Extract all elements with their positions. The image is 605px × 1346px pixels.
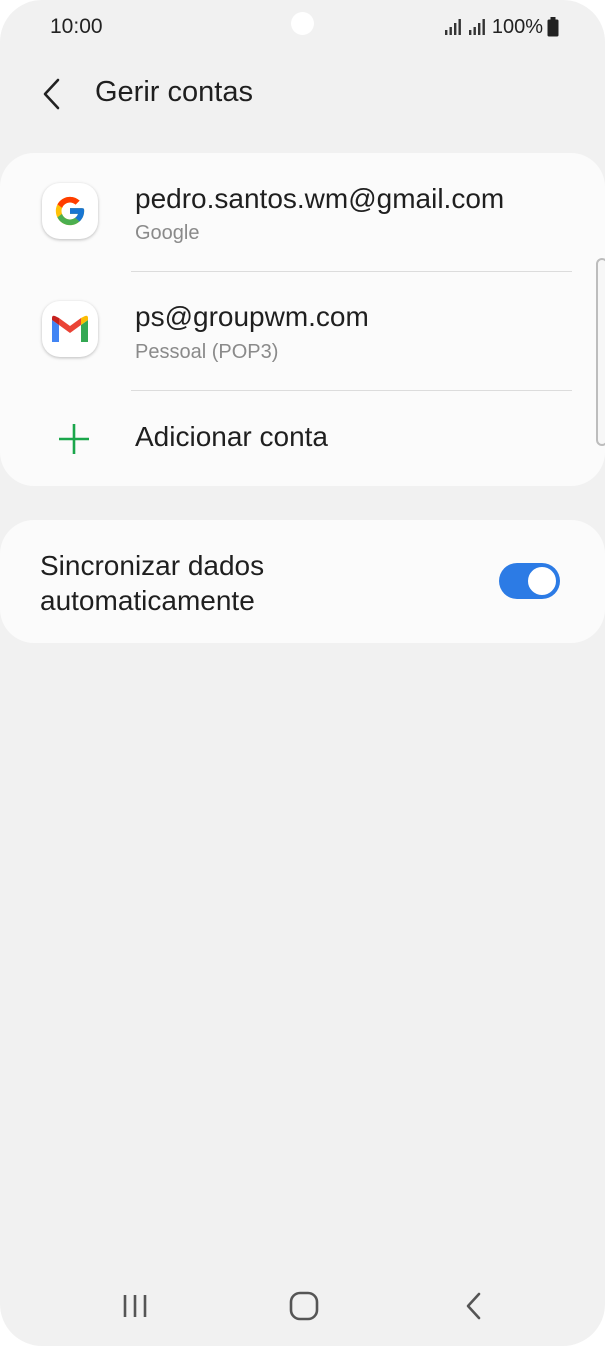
status-bar: 10:00 100% [0,0,605,56]
back-icon [466,1292,481,1320]
recent-apps-icon [123,1295,147,1317]
recent-apps-button[interactable] [105,1278,165,1334]
front-camera [291,12,314,35]
add-account-label: Adicionar conta [135,421,329,452]
sync-card[interactable]: Sincronizar dados automaticamente [0,520,605,643]
account-item-google[interactable]: pedro.santos.wm@gmail.com Google [0,153,605,271]
signal-icon [444,18,464,36]
gmail-icon [42,301,98,357]
phone-screen: 10:00 100% Gerir contas pedro.santos.wm@… [0,0,605,1346]
navigation-bar [0,1270,605,1346]
chevron-left-icon [43,78,60,110]
auto-sync-label-line2: automaticamente [40,585,255,616]
account-type: Pessoal (POP3) [135,341,279,363]
home-icon [289,1291,319,1321]
app-header: Gerir contas [0,60,605,130]
status-time: 10:00 [50,15,103,38]
auto-sync-label: Sincronizar dados automaticamente [40,548,400,618]
scroll-handle[interactable] [596,258,605,446]
home-button[interactable] [274,1278,334,1334]
auto-sync-label-line1: Sincronizar dados [40,550,265,581]
battery-percent: 100% [491,15,543,38]
add-account-button[interactable]: Adicionar conta [0,391,605,486]
signal-icon [468,18,488,36]
account-email: pedro.santos.wm@gmail.com [135,183,505,214]
auto-sync-toggle[interactable] [499,563,560,599]
google-icon [42,183,98,239]
account-item-pop3[interactable]: ps@groupwm.com Pessoal (POP3) [0,272,605,390]
plus-icon [59,424,89,454]
account-type: Google [135,222,200,244]
status-indicators: 100% [444,15,559,39]
battery-icon [547,17,559,37]
back-button[interactable] [30,72,74,116]
page-title: Gerir contas [95,76,253,108]
toggle-knob [526,565,558,597]
accounts-card: pedro.santos.wm@gmail.com Google ps@grou… [0,153,605,486]
account-email: ps@groupwm.com [135,301,369,332]
nav-back-button[interactable] [444,1278,504,1334]
